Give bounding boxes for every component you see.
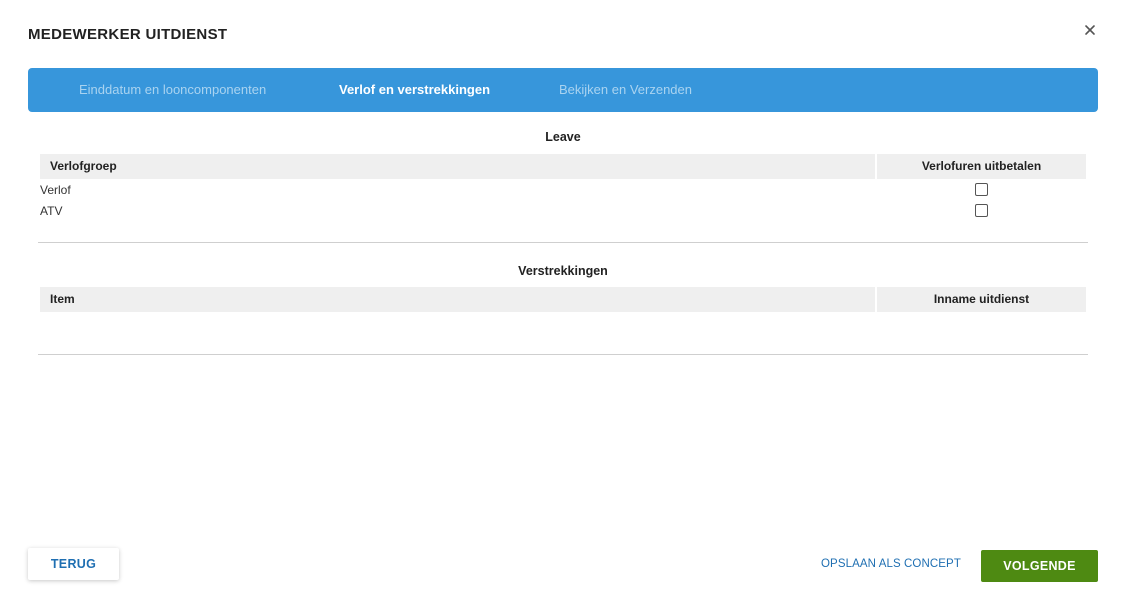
section-divider [38,242,1088,243]
leave-row-label: ATV [40,204,63,218]
close-button[interactable] [1080,20,1100,40]
verstrekkingen-section-title: Verstrekkingen [518,264,608,278]
leave-table-header: Verlofgroep Verlofuren uitbetalen [40,154,1086,179]
step-verlof-verstrekkingen[interactable]: Verlof en verstrekkingen [339,82,490,97]
column-inname-uitdienst: Inname uitdienst [877,287,1086,312]
verlof-uitbetalen-checkbox[interactable] [975,183,988,196]
step-bekijken-verzenden[interactable]: Bekijken en Verzenden [559,82,692,97]
close-icon [1085,25,1095,35]
table-row: ATV [40,201,1086,222]
column-verlofuren-uitbetalen: Verlofuren uitbetalen [877,154,1086,179]
leave-section-title: Leave [545,130,581,144]
leave-row-label: Verlof [40,183,71,197]
dialog-title: MEDEWERKER UITDIENST [28,26,228,43]
next-button[interactable]: VOLGENDE [981,550,1098,582]
atv-uitbetalen-checkbox[interactable] [975,204,988,217]
wizard-stepper: Einddatum en looncomponenten Verlof en v… [28,68,1098,112]
table-row: Verlof [40,180,1086,201]
back-button[interactable]: TERUG [28,548,119,580]
save-as-concept-button[interactable]: OPSLAAN ALS CONCEPT [821,558,961,570]
verstrekkingen-table-header: Item Inname uitdienst [40,287,1086,312]
column-item: Item [40,287,875,312]
section-divider [38,354,1088,355]
step-einddatum[interactable]: Einddatum en looncomponenten [79,82,266,97]
column-verlofgroep: Verlofgroep [40,154,875,179]
